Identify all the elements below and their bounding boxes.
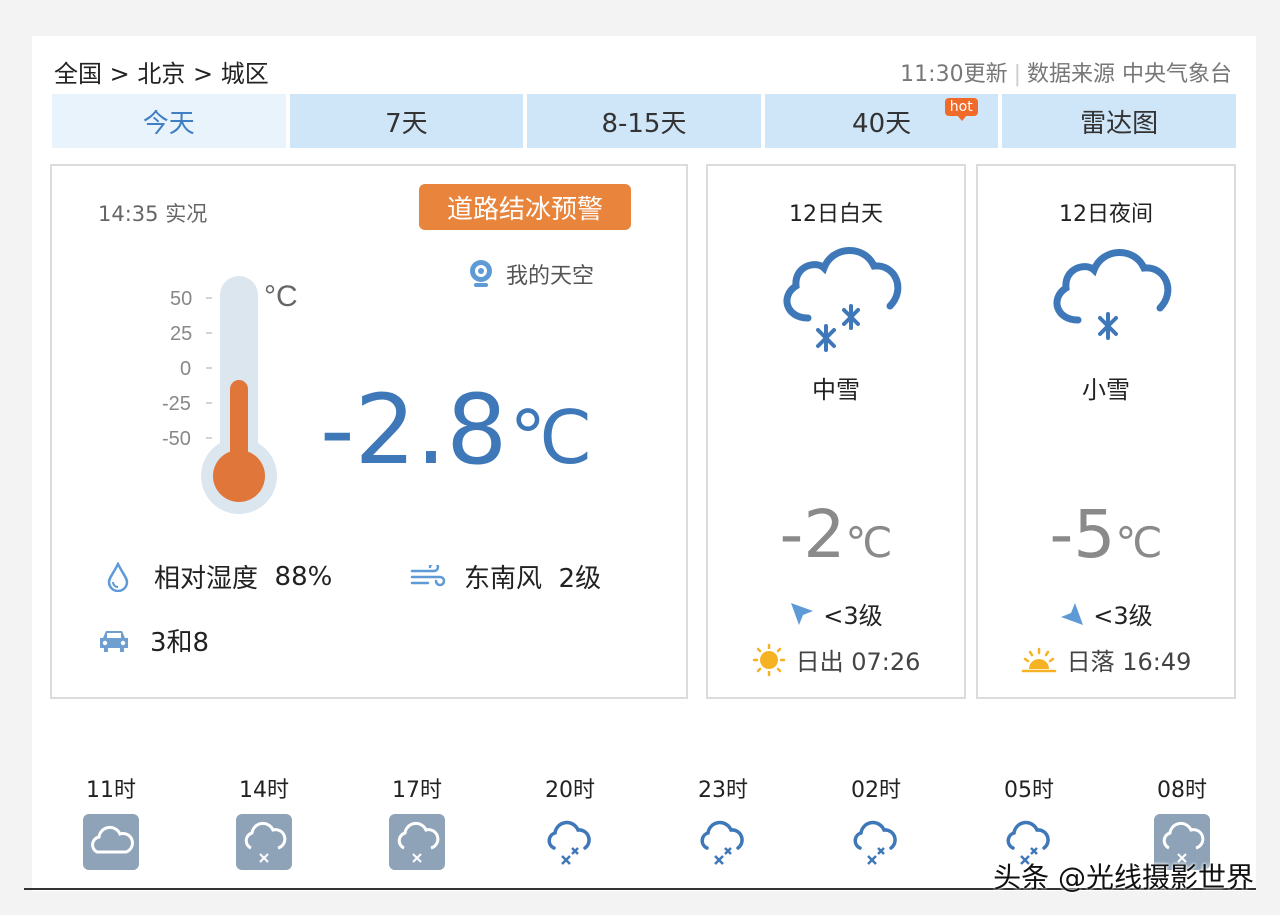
my-sky-label: 我的天空	[506, 264, 595, 289]
tab-label: 8-15天	[601, 108, 687, 139]
hourly-item[interactable]: 20时	[515, 772, 625, 874]
traffic-restriction-value: 3和8	[150, 628, 210, 658]
temp-value: -2	[779, 496, 846, 573]
camera-icon	[470, 260, 492, 287]
traffic-restriction-stat: 3和8	[96, 622, 209, 659]
tab-label: 40天	[852, 108, 912, 139]
temp-unit: ℃	[1115, 518, 1163, 567]
thermo-tick: 0	[180, 358, 191, 380]
thermo-tick: -25	[162, 393, 191, 415]
thermo-unit: °C	[264, 280, 298, 313]
humidity-stat: 相对湿度 88%	[100, 558, 332, 595]
light-snow-icon	[1053, 249, 1172, 340]
road-ice-alert-button[interactable]: 道路结冰预警	[419, 184, 631, 230]
forecast-tabs: 今天 7天 8-15天 40天 hot 雷达图	[52, 94, 1236, 148]
hour-label: 11时	[86, 778, 136, 803]
water-drop-icon	[107, 561, 129, 592]
sunset-time: 日落 16:49	[1066, 648, 1192, 676]
observation-time: 14:35 实况	[98, 202, 208, 226]
hour-label: 17时	[392, 778, 442, 803]
daytime-forecast-panel: 12日白天 中雪 -2℃ <3级 日出 07:26	[706, 164, 966, 699]
nighttime-temperature: -5℃	[978, 502, 1234, 568]
hour-label: 05时	[1004, 778, 1054, 803]
snow-icon	[389, 814, 445, 870]
wind-direction-arrow-icon	[791, 602, 814, 625]
hourly-item[interactable]: 17时	[362, 772, 472, 874]
tab-7-days[interactable]: 7天	[289, 94, 524, 148]
daytime-temperature: -2℃	[708, 502, 964, 568]
wind-direction: 东南风	[464, 564, 543, 594]
temperature-value: -2.8	[320, 374, 508, 486]
humidity-label: 相对湿度	[154, 564, 259, 594]
sunrise-time: 日出 07:26	[795, 648, 921, 676]
hot-badge: hot	[944, 98, 978, 121]
nighttime-wind: <3级	[978, 596, 1234, 631]
data-source: 数据来源 中央气象台	[1027, 62, 1232, 87]
hour-label: 02时	[851, 778, 901, 803]
wind-direction-arrow-icon	[1061, 602, 1084, 625]
cloudy-icon	[83, 814, 139, 870]
hourly-item[interactable]: 14时	[209, 772, 319, 874]
wind-level: 2级	[558, 564, 602, 594]
tab-label: 7天	[385, 108, 428, 139]
snow-outline-icon	[853, 820, 897, 865]
snow-outline-icon	[547, 820, 591, 865]
sunrise-info: 日出 07:26	[708, 642, 964, 677]
snow-outline-icon	[700, 820, 744, 865]
wind-value: <3级	[1093, 602, 1153, 630]
car-icon	[100, 630, 128, 652]
wind-stat: 东南风 2级	[410, 558, 601, 595]
nighttime-title: 12日夜间	[1059, 202, 1153, 227]
temp-value: -5	[1049, 496, 1116, 573]
thermometer-icon: 50 25 0 -25 -50 °C	[162, 276, 298, 514]
tab-40-days[interactable]: 40天 hot	[764, 94, 999, 148]
tab-8-15-days[interactable]: 8-15天	[527, 94, 761, 148]
daytime-wind: <3级	[708, 596, 964, 631]
weather-card: 全国 > 北京 > 城区 11:30更新 | 数据来源 中央气象台 今天 7天 8-…	[32, 36, 1256, 891]
sunrise-icon	[752, 643, 785, 676]
tab-label: 雷达图	[1080, 108, 1159, 139]
wind-icon	[410, 564, 446, 586]
humidity-value: 88%	[274, 561, 333, 592]
hour-label: 20时	[545, 778, 595, 803]
current-temperature: -2.8℃	[320, 382, 592, 478]
sunset-icon	[1021, 647, 1056, 672]
thermo-tick: 50	[170, 288, 192, 310]
daytime-weather: 中雪	[812, 376, 860, 404]
nighttime-forecast-panel: 12日夜间 小雪 -5℃ <3级 日落 16:49	[976, 164, 1236, 699]
update-time: 11:30更新	[900, 62, 1008, 87]
snow-icon	[236, 814, 292, 870]
update-info: 11:30更新 | 数据来源 中央气象台	[900, 56, 1232, 88]
hourly-item[interactable]: 02时	[821, 772, 931, 874]
daytime-title: 12日白天	[789, 202, 883, 227]
wind-value: <3级	[823, 602, 883, 630]
tab-label: 今天	[142, 108, 195, 139]
divider: |	[1013, 62, 1021, 87]
current-conditions-panel: 14:35 实况 道路结冰预警 我的天空 50 25 0 -25 -50 °C …	[50, 164, 688, 699]
my-sky-link[interactable]: 我的天空	[468, 258, 594, 290]
hour-label: 23时	[698, 778, 748, 803]
hourly-item[interactable]: 23时	[668, 772, 778, 874]
tab-radar[interactable]: 雷达图	[1002, 94, 1236, 148]
temperature-unit: ℃	[509, 395, 593, 481]
top-bar: 全国 > 北京 > 城区 11:30更新 | 数据来源 中央气象台	[54, 54, 1232, 88]
hourly-item[interactable]: 11时	[56, 772, 166, 874]
tab-today[interactable]: 今天	[52, 94, 286, 148]
thermo-tick: -50	[162, 428, 191, 450]
breadcrumb[interactable]: 全国 > 北京 > 城区	[54, 54, 269, 89]
nighttime-weather: 小雪	[1082, 376, 1130, 404]
hour-label: 08时	[1157, 778, 1207, 803]
hour-label: 14时	[239, 778, 289, 803]
moderate-snow-icon	[783, 247, 902, 352]
thermo-tick: 25	[170, 323, 192, 345]
sunset-info: 日落 16:49	[978, 642, 1234, 677]
temp-unit: ℃	[845, 518, 893, 567]
watermark: 头条 @光线摄影世界	[993, 861, 1254, 894]
